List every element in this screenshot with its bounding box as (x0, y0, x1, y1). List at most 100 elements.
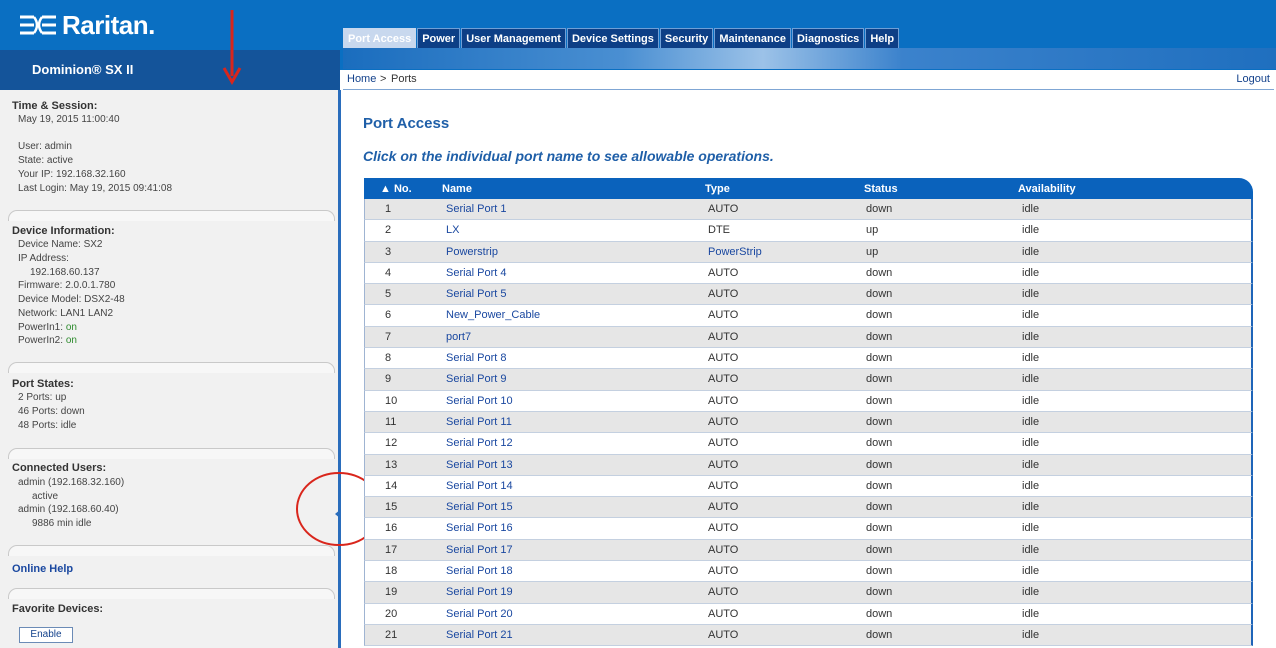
port-status: down (866, 628, 893, 641)
port-availability: idle (1022, 224, 1040, 237)
port-number: 17 (385, 543, 398, 556)
port-status: down (866, 309, 893, 322)
tab-help[interactable]: Help (865, 28, 900, 50)
port-availability: idle (1022, 245, 1040, 258)
connected-user-1-state: active (32, 491, 59, 502)
port-name-link[interactable]: Serial Port 1 (446, 203, 507, 215)
port-type: AUTO (708, 437, 739, 450)
ports-idle: 48 Ports: idle (18, 420, 77, 431)
port-type: AUTO (708, 309, 739, 322)
port-name-link[interactable]: Serial Port 11 (446, 416, 512, 428)
header-no[interactable]: ▲ No. (380, 183, 412, 195)
powerin2-value: on (65, 335, 77, 346)
port-availability: idle (1022, 565, 1040, 578)
port-name-link[interactable]: Serial Port 17 (446, 544, 513, 556)
page-subtitle: Click on the individual port name to see… (363, 148, 774, 164)
port-status: down (866, 479, 893, 492)
port-name-link[interactable]: Serial Port 21 (446, 629, 513, 641)
section-separator (8, 362, 335, 373)
port-name-link[interactable]: Serial Port 20 (446, 608, 513, 620)
port-status: down (866, 543, 893, 556)
session-user: User: admin (18, 141, 72, 152)
port-number: 5 (385, 288, 392, 301)
online-help-link[interactable]: Online Help (12, 563, 73, 575)
header-type[interactable]: Type (705, 183, 730, 195)
port-name-link[interactable]: Serial Port 14 (446, 480, 513, 492)
port-name-link[interactable]: Serial Port 5 (446, 288, 507, 300)
port-availability: idle (1022, 607, 1040, 620)
tab-port-access[interactable]: Port Access (343, 28, 417, 50)
table-row: 10 Serial Port 10 AUTO down idle (364, 390, 1253, 412)
device-network: Network: LAN1 LAN2 (18, 308, 114, 319)
table-row: 13 Serial Port 13 AUTO down idle (364, 454, 1253, 476)
port-number: 15 (385, 501, 398, 514)
table-row: 2 LX DTE up idle (364, 220, 1253, 242)
port-availability: idle (1022, 266, 1040, 279)
port-type: AUTO (708, 352, 739, 365)
device-ip-value: 192.168.60.137 (30, 267, 100, 278)
ports-down: 46 Ports: down (18, 406, 85, 417)
port-availability: idle (1022, 543, 1040, 556)
table-row: 7 port7 AUTO down idle (364, 326, 1253, 349)
page-title: Port Access (363, 115, 450, 132)
port-name-link[interactable]: Serial Port 8 (446, 352, 507, 364)
port-status: down (866, 203, 893, 215)
section-separator (8, 448, 335, 459)
port-name-link[interactable]: Serial Port 4 (446, 267, 507, 279)
sidebar-divider[interactable] (338, 90, 341, 648)
tab-diagnostics[interactable]: Diagnostics (791, 28, 865, 50)
port-number: 12 (385, 437, 398, 450)
port-type: AUTO (708, 458, 739, 471)
header-name[interactable]: Name (442, 183, 472, 195)
port-name-link[interactable]: Serial Port 19 (446, 586, 513, 598)
header-status[interactable]: Status (864, 183, 898, 195)
header-availability[interactable]: Availability (1018, 183, 1076, 195)
port-name-link[interactable]: Serial Port 12 (446, 437, 513, 449)
tab-power[interactable]: Power (417, 28, 461, 50)
port-name-link[interactable]: port7 (446, 331, 471, 343)
port-type: AUTO (708, 330, 739, 343)
port-number: 9 (385, 373, 392, 386)
port-status: down (866, 352, 893, 365)
port-status: down (866, 565, 893, 578)
port-name-link[interactable]: Serial Port 10 (446, 395, 513, 407)
port-name-link[interactable]: Serial Port 18 (446, 565, 513, 577)
tab-device-settings[interactable]: Device Settings (566, 28, 659, 50)
port-name-link[interactable]: LX (446, 224, 459, 236)
port-status: down (866, 501, 893, 514)
table-row: 3 Powerstrip PowerStrip up idle (364, 241, 1253, 263)
port-number: 11 (385, 415, 397, 428)
port-type: DTE (708, 224, 730, 237)
session-datetime: May 19, 2015 11:00:40 (18, 114, 120, 125)
breadcrumb-home-link[interactable]: Home (347, 73, 376, 85)
section-separator (8, 545, 335, 556)
port-type[interactable]: PowerStrip (708, 246, 762, 258)
nav-tabs: Port Access Power User Management Device… (343, 28, 900, 50)
port-number: 2 (385, 224, 392, 237)
tab-security[interactable]: Security (659, 28, 714, 50)
connected-user-2-state: 9886 min idle (32, 518, 92, 529)
port-type: AUTO (708, 501, 739, 514)
table-row: 12 Serial Port 12 AUTO down idle (364, 433, 1253, 455)
table-row: 9 Serial Port 9 AUTO down idle (364, 369, 1253, 391)
enable-favorites-button[interactable]: Enable (19, 627, 73, 643)
logout-link[interactable]: Logout (1236, 73, 1270, 85)
port-availability: idle (1022, 373, 1040, 386)
port-status: down (866, 586, 893, 599)
port-name-link[interactable]: Serial Port 15 (446, 501, 513, 513)
nav-decoration-stripe (343, 48, 1276, 69)
port-name-link[interactable]: Serial Port 13 (446, 459, 513, 471)
port-number: 21 (385, 628, 398, 641)
tab-maintenance[interactable]: Maintenance (714, 28, 791, 50)
table-row: 18 Serial Port 18 AUTO down idle (364, 561, 1253, 583)
port-name-link[interactable]: Serial Port 9 (446, 373, 507, 385)
favorite-devices-title: Favorite Devices: (12, 603, 104, 615)
port-name-link[interactable]: Powerstrip (446, 246, 498, 258)
port-name-link[interactable]: New_Power_Cable (446, 309, 540, 321)
port-availability: idle (1022, 330, 1040, 343)
port-name-link[interactable]: Serial Port 16 (446, 522, 513, 534)
table-row: 20 Serial Port 20 AUTO down idle (364, 603, 1253, 625)
breadcrumb-current: Ports (391, 73, 417, 85)
tab-user-management[interactable]: User Management (461, 28, 566, 50)
ports-up: 2 Ports: up (18, 392, 67, 403)
